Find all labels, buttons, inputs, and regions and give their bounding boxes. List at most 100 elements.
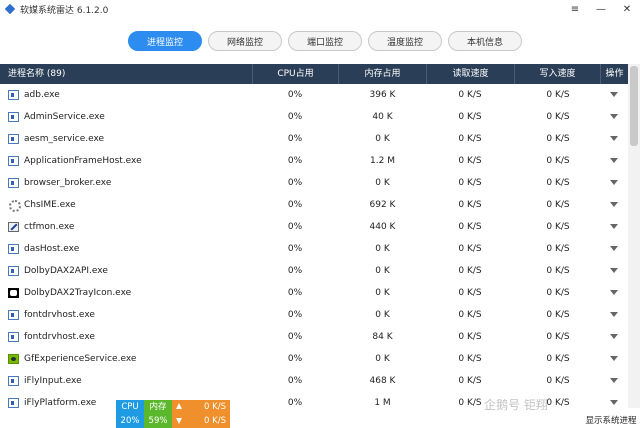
table-row[interactable]: fontdrvhost.exe 0% 84 K 0 K/S 0 K/S bbox=[0, 326, 628, 348]
chevron-down-icon bbox=[610, 290, 618, 295]
process-name: browser_broker.exe bbox=[24, 178, 112, 188]
table-row[interactable]: DolbyDAX2API.exe 0% 0 K 0 K/S 0 K/S bbox=[0, 260, 628, 282]
vertical-scrollbar[interactable] bbox=[628, 64, 640, 408]
read-speed: 0 K/S bbox=[458, 134, 482, 144]
table-row[interactable]: browser_broker.exe 0% 0 K 0 K/S 0 K/S bbox=[0, 172, 628, 194]
tab-system-info[interactable]: 本机信息 bbox=[448, 31, 522, 51]
table-row[interactable]: aesm_service.exe 0% 0 K 0 K/S 0 K/S bbox=[0, 128, 628, 150]
header-write-speed[interactable]: 写入速度 bbox=[514, 64, 600, 84]
read-speed: 0 K/S bbox=[458, 332, 482, 342]
memory-usage: 0 K bbox=[375, 310, 390, 320]
close-icon[interactable]: ✕ bbox=[614, 0, 640, 18]
table-row[interactable]: DolbyDAX2TrayIcon.exe 0% 0 K 0 K/S 0 K/S bbox=[0, 282, 628, 304]
window-icon bbox=[8, 244, 19, 254]
table-row[interactable]: dasHost.exe 0% 0 K 0 K/S 0 K/S bbox=[0, 238, 628, 260]
memory-usage: 0 K bbox=[375, 266, 390, 276]
memory-badge: 内存 59% bbox=[144, 400, 172, 428]
cpu-usage: 0% bbox=[287, 266, 303, 276]
header-actions: 操作 bbox=[600, 64, 628, 84]
process-name: ApplicationFrameHost.exe bbox=[24, 156, 142, 166]
header-cpu[interactable]: CPU占用 bbox=[252, 64, 338, 84]
write-speed: 0 K/S bbox=[546, 332, 570, 342]
header-process-name[interactable]: 进程名称 (89) bbox=[8, 64, 248, 84]
row-action-dropdown[interactable] bbox=[604, 216, 624, 238]
write-speed: 0 K/S bbox=[546, 178, 570, 188]
row-action-dropdown[interactable] bbox=[604, 194, 624, 216]
table-row[interactable]: AdminService.exe 0% 40 K 0 K/S 0 K/S bbox=[0, 106, 628, 128]
row-action-dropdown[interactable] bbox=[604, 106, 624, 128]
cpu-value: 20% bbox=[120, 416, 140, 426]
title-bar: 软媒系统雷达 6.1.2.0 ≡ — ✕ bbox=[0, 0, 640, 18]
cpu-usage: 0% bbox=[287, 354, 303, 364]
memory-usage: 396 K bbox=[369, 90, 396, 100]
read-speed: 0 K/S bbox=[458, 244, 482, 254]
row-action-dropdown[interactable] bbox=[604, 370, 624, 392]
row-action-dropdown[interactable] bbox=[604, 238, 624, 260]
header-read-speed[interactable]: 读取速度 bbox=[426, 64, 514, 84]
row-action-dropdown[interactable] bbox=[604, 282, 624, 304]
tab-port-monitor[interactable]: 端口监控 bbox=[288, 31, 362, 51]
row-action-dropdown[interactable] bbox=[604, 326, 624, 348]
cpu-usage: 0% bbox=[287, 200, 303, 210]
table-header: 进程名称 (89) CPU占用 内存占用 读取速度 写入速度 操作 bbox=[0, 64, 628, 84]
table-row[interactable]: ChsIME.exe 0% 692 K 0 K/S 0 K/S bbox=[0, 194, 628, 216]
window-icon bbox=[8, 134, 19, 144]
network-badge: 0 K/S 0 K/S bbox=[172, 400, 230, 428]
show-system-processes-button[interactable]: 显示系统进程 bbox=[582, 414, 640, 428]
nvidia-icon bbox=[8, 354, 19, 364]
cpu-usage: 0% bbox=[287, 398, 303, 408]
table-row[interactable]: GfExperienceService.exe 0% 0 K 0 K/S 0 K… bbox=[0, 348, 628, 370]
memory-usage: 440 K bbox=[369, 222, 396, 232]
table-row[interactable]: adb.exe 0% 396 K 0 K/S 0 K/S bbox=[0, 84, 628, 106]
write-speed: 0 K/S bbox=[546, 244, 570, 254]
row-action-dropdown[interactable] bbox=[604, 304, 624, 326]
row-action-dropdown[interactable] bbox=[604, 84, 624, 106]
tab-process-monitor[interactable]: 进程监控 bbox=[128, 31, 202, 51]
cpu-usage: 0% bbox=[287, 288, 303, 298]
tab-network-monitor[interactable]: 网络监控 bbox=[208, 31, 282, 51]
memory-usage: 0 K bbox=[375, 134, 390, 144]
table-row[interactable]: iFlyInput.exe 0% 468 K 0 K/S 0 K/S bbox=[0, 370, 628, 392]
pen-icon bbox=[8, 222, 19, 232]
header-memory[interactable]: 内存占用 bbox=[338, 64, 426, 84]
window-icon bbox=[8, 398, 19, 408]
minimize-icon[interactable]: — bbox=[588, 0, 614, 18]
process-name: fontdrvhost.exe bbox=[24, 310, 95, 320]
read-speed: 0 K/S bbox=[458, 376, 482, 386]
read-speed: 0 K/S bbox=[458, 178, 482, 188]
window-icon bbox=[8, 376, 19, 386]
chevron-down-icon bbox=[610, 246, 618, 251]
row-action-dropdown[interactable] bbox=[604, 172, 624, 194]
tab-temperature-monitor[interactable]: 温度监控 bbox=[368, 31, 442, 51]
process-name: adb.exe bbox=[24, 90, 60, 100]
cpu-usage: 0% bbox=[287, 112, 303, 122]
memory-usage: 692 K bbox=[369, 200, 396, 210]
cpu-usage: 0% bbox=[287, 376, 303, 386]
memory-usage: 468 K bbox=[369, 376, 396, 386]
write-speed: 0 K/S bbox=[546, 200, 570, 210]
table-row[interactable]: ApplicationFrameHost.exe 0% 1.2 M 0 K/S … bbox=[0, 150, 628, 172]
memory-usage: 0 K bbox=[375, 354, 390, 364]
row-action-dropdown[interactable] bbox=[604, 392, 624, 414]
gear-icon bbox=[8, 200, 21, 212]
read-speed: 0 K/S bbox=[458, 90, 482, 100]
row-action-dropdown[interactable] bbox=[604, 260, 624, 282]
cpu-label: CPU bbox=[121, 402, 139, 412]
memory-usage: 1.2 M bbox=[370, 156, 395, 166]
table-row[interactable]: ctfmon.exe 0% 440 K 0 K/S 0 K/S bbox=[0, 216, 628, 238]
process-name: GfExperienceService.exe bbox=[24, 354, 137, 364]
write-speed: 0 K/S bbox=[546, 266, 570, 276]
row-action-dropdown[interactable] bbox=[604, 348, 624, 370]
process-name: AdminService.exe bbox=[24, 112, 105, 122]
process-name: DolbyDAX2TrayIcon.exe bbox=[24, 288, 132, 298]
arrow-up-icon bbox=[176, 403, 182, 409]
scrollbar-thumb[interactable] bbox=[630, 66, 638, 146]
chevron-down-icon bbox=[610, 114, 618, 119]
row-action-dropdown[interactable] bbox=[604, 150, 624, 172]
row-action-dropdown[interactable] bbox=[604, 128, 624, 150]
menu-icon[interactable]: ≡ bbox=[562, 0, 588, 18]
write-speed: 0 K/S bbox=[546, 112, 570, 122]
floating-monitor-widget[interactable]: CPU 20% 内存 59% 0 K/S 0 K/S bbox=[116, 400, 230, 428]
read-speed: 0 K/S bbox=[458, 310, 482, 320]
table-row[interactable]: fontdrvhost.exe 0% 0 K 0 K/S 0 K/S bbox=[0, 304, 628, 326]
